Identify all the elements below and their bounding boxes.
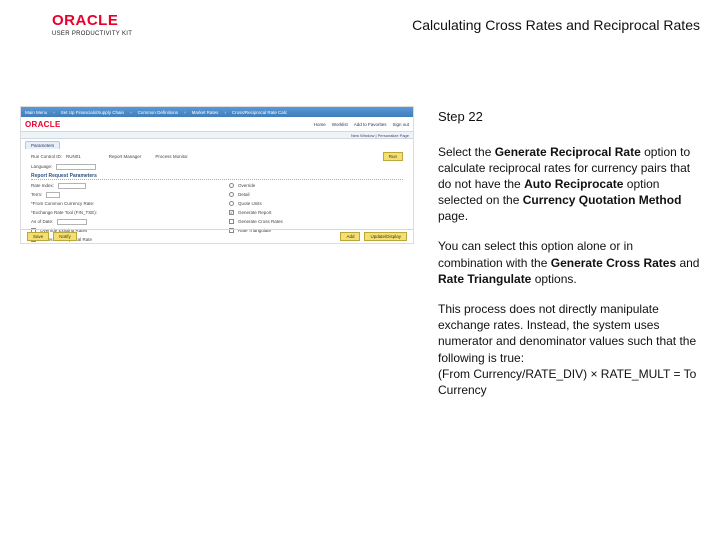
label-as-of-date: As of Date: (31, 219, 53, 224)
run-button[interactable]: Run (383, 152, 403, 161)
label-from-currency: *From Common Currency Rate: (31, 201, 94, 206)
step-label: Step 22 (438, 108, 700, 126)
instruction-paragraph-1: Select the Generate Reciprocal Rate opti… (438, 144, 700, 225)
input-as-of-date[interactable] (57, 219, 87, 225)
section-report-params: Report Request Parameters (31, 173, 403, 180)
nav-link[interactable]: Add to Favorites (354, 122, 387, 127)
breadcrumb-item: Cross/Reciprocal Rate Calc (232, 110, 287, 115)
input-term[interactable] (46, 192, 60, 198)
language-select[interactable] (56, 164, 96, 170)
label-generate-report: Generate Report (238, 210, 272, 215)
label-language: Language: (31, 164, 52, 169)
add-button[interactable]: Add (340, 232, 360, 241)
app-header-bar: ORACLE Home Worklist Add to Favorites Si… (21, 117, 413, 131)
nav-link[interactable]: Sign out (392, 122, 409, 127)
breadcrumb-item: Market Rates (192, 110, 219, 115)
breadcrumb-item: Set Up Financials/Supply Chain (61, 110, 124, 115)
instruction-panel: Step 22 Select the Generate Reciprocal R… (438, 106, 700, 412)
checkbox-generate-report[interactable] (229, 210, 234, 215)
app-bottom-toolbar: Save Notify Add Update/Display (21, 229, 413, 243)
oracle-wordmark: ORACLE (52, 12, 118, 29)
breadcrumb-item: Main Menu (25, 110, 47, 115)
label-generate-cross-rates: Generate Cross Rates (238, 219, 283, 224)
radio-detail[interactable] (229, 192, 234, 197)
tab-parameters[interactable]: Parameters (25, 141, 60, 149)
embedded-app-screenshot: Main Menu › Set Up Financials/Supply Cha… (20, 106, 414, 244)
breadcrumb-item: Common Definitions (138, 110, 179, 115)
update-display-button[interactable]: Update/Display (364, 232, 407, 241)
app-breadcrumb-bar: Main Menu › Set Up Financials/Supply Cha… (21, 107, 413, 117)
label-rate-index: Rate Index: (31, 183, 54, 188)
input-rate-index[interactable] (58, 183, 86, 189)
subheader-links[interactable]: New Window | Personalize Page (351, 133, 409, 138)
app-subheader: New Window | Personalize Page (21, 131, 413, 139)
nav-link[interactable]: Worklist (332, 122, 348, 127)
notify-button[interactable]: Notify (53, 232, 77, 241)
app-oracle-logo: ORACLE (25, 120, 61, 129)
instruction-paragraph-3: This process does not directly manipulat… (438, 301, 700, 398)
page-title: Calculating Cross Rates and Reciprocal R… (412, 17, 700, 33)
brand-logo: ORACLE USER PRODUCTIVITY KIT (52, 12, 132, 37)
radio-override[interactable] (229, 183, 234, 188)
label-term: Term: (31, 192, 42, 197)
label-run-control: Run Control ID: (31, 154, 62, 159)
label-detail: Detail (238, 192, 250, 197)
oracle-subtitle: USER PRODUCTIVITY KIT (52, 31, 132, 37)
label-quote-units: Quote Units (238, 201, 262, 206)
label-exchange-tool: *Exchange Rate Tool (FIN_TSE): (31, 210, 97, 215)
instruction-formula: (From Currency/RATE_DIV) × RATE_MULT = T… (438, 367, 696, 397)
instruction-paragraph-2: You can select this option alone or in c… (438, 238, 700, 287)
nav-link[interactable]: Home (314, 122, 326, 127)
radio-quote-units[interactable] (229, 201, 234, 206)
checkbox-generate-cross-rates[interactable] (229, 219, 234, 224)
label-override: Override (238, 183, 255, 188)
link-process-monitor[interactable]: Process Monitor (155, 154, 188, 159)
link-report-manager[interactable]: Report Manager (109, 154, 142, 159)
value-run-control: RUN01 (66, 154, 81, 159)
save-button[interactable]: Save (27, 232, 49, 241)
